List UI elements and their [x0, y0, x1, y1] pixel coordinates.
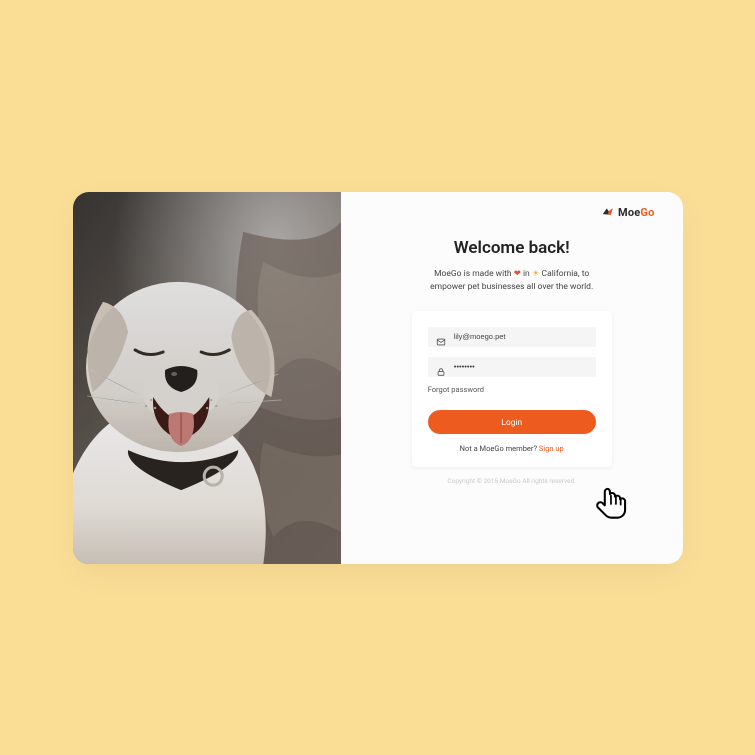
signup-prompt: Not a MoeGo member?	[460, 444, 539, 453]
login-card: Forgot password Login Not a MoeGo member…	[412, 311, 612, 467]
password-input[interactable]	[454, 362, 588, 371]
heart-icon: ❤	[514, 269, 521, 279]
login-button[interactable]: Login	[428, 410, 596, 434]
welcome-subtext: MoeGo is made with ❤ in ☀ California, to…	[430, 268, 593, 295]
login-window: MoeGo Welcome back! MoeGo is made with ❤…	[73, 192, 683, 564]
email-field[interactable]	[428, 327, 596, 347]
login-panel: MoeGo Welcome back! MoeGo is made with ❤…	[341, 192, 683, 564]
password-field[interactable]	[428, 357, 596, 377]
brand-mark-icon	[601, 206, 615, 220]
email-input[interactable]	[454, 332, 588, 341]
signup-row: Not a MoeGo member? Sign up	[428, 444, 596, 453]
brand-logo: MoeGo	[601, 206, 655, 220]
hero-image	[73, 192, 341, 564]
email-icon	[436, 332, 446, 342]
signup-link[interactable]: Sign up	[539, 444, 564, 453]
welcome-heading: Welcome back!	[454, 238, 570, 258]
forgot-password-link[interactable]: Forgot password	[428, 385, 596, 394]
cursor-hand-icon	[590, 482, 634, 526]
copyright-text: Copyright © 2015 MoeGo All rights reserv…	[447, 477, 576, 485]
brand-wordmark: MoeGo	[618, 206, 655, 219]
lock-icon	[436, 362, 446, 372]
